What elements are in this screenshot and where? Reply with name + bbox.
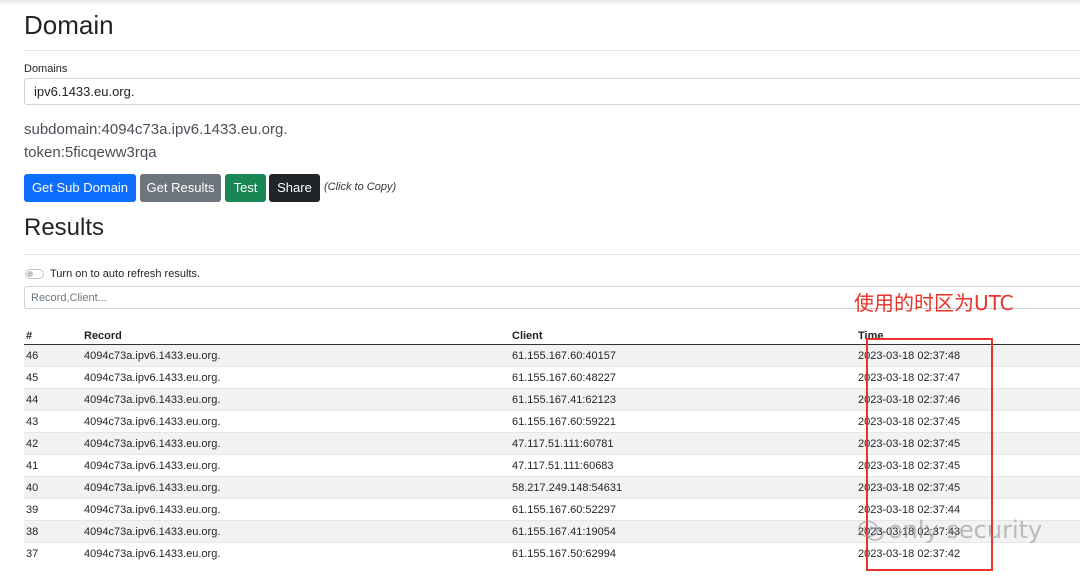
cell-record: 4094c73a.ipv6.1433.eu.org. (82, 388, 510, 411)
cell-record: 4094c73a.ipv6.1433.eu.org. (82, 410, 510, 433)
cell-client: 61.155.167.41:19054 (510, 520, 856, 543)
cell-record: 4094c73a.ipv6.1433.eu.org. (82, 454, 510, 477)
domains-select[interactable]: ipv6.1433.eu.org. (24, 78, 1080, 105)
table-header-row: # Record Client Time (24, 322, 1080, 345)
test-button[interactable]: Test (225, 174, 266, 202)
cell-client: 61.155.167.60:52297 (510, 498, 856, 521)
cell-number: 41 (24, 454, 82, 477)
table-row: 44 4094c73a.ipv6.1433.eu.org. 61.155.167.4… (24, 388, 1080, 411)
cell-number: 46 (24, 344, 82, 367)
column-header-time[interactable]: Time (856, 322, 1080, 345)
auto-refresh-label: Turn on to auto refresh results. (50, 268, 200, 280)
table-body: 46 4094c73a.ipv6.1433.eu.org. 61.155.167.6… (24, 344, 1080, 564)
cell-number: 44 (24, 388, 82, 411)
cell-client: 61.155.167.41:62123 (510, 388, 856, 411)
cell-number: 39 (24, 498, 82, 521)
cell-record: 4094c73a.ipv6.1433.eu.org. (82, 476, 510, 499)
cell-client: 61.155.167.60:40157 (510, 344, 856, 367)
cell-time: 2023-03-18 02:37:48 (856, 344, 1080, 367)
cell-number: 40 (24, 476, 82, 499)
results-table: # Record Client Time 46 4094c73a.ipv6.143… (24, 322, 1080, 564)
table-row: 46 4094c73a.ipv6.1433.eu.org. 61.155.167.6… (24, 344, 1080, 367)
column-header-client[interactable]: Client (510, 322, 856, 345)
cell-number: 38 (24, 520, 82, 543)
cell-record: 4094c73a.ipv6.1433.eu.org. (82, 498, 510, 521)
cell-number: 42 (24, 432, 82, 455)
domains-label: Domains (24, 63, 68, 75)
cell-time: 2023-03-18 02:37:46 (856, 388, 1080, 411)
cell-record: 4094c73a.ipv6.1433.eu.org. (82, 366, 510, 389)
annotation-text: 使用的时区为UTC (854, 291, 1014, 315)
get-sub-domain-button[interactable]: Get Sub Domain (24, 174, 136, 202)
cell-time: 2023-03-18 02:37:44 (856, 498, 1080, 521)
cell-number: 37 (24, 542, 82, 564)
table-row: 43 4094c73a.ipv6.1433.eu.org. 61.155.167.6… (24, 410, 1080, 433)
table-row: 39 4094c73a.ipv6.1433.eu.org. 61.155.167.6… (24, 498, 1080, 521)
cell-client: 61.155.167.60:48227 (510, 366, 856, 389)
divider (24, 254, 1080, 255)
table-row: 40 4094c73a.ipv6.1433.eu.org. 58.217.249.1… (24, 476, 1080, 499)
table-row: 45 4094c73a.ipv6.1433.eu.org. 61.155.167.6… (24, 366, 1080, 389)
cell-time: 2023-03-18 02:37:43 (856, 520, 1080, 543)
table-row: 42 4094c73a.ipv6.1433.eu.org. 47.117.51.11… (24, 432, 1080, 455)
cell-client: 58.217.249.148:54631 (510, 476, 856, 499)
cell-record: 4094c73a.ipv6.1433.eu.org. (82, 542, 510, 564)
results-title: Results (24, 214, 105, 241)
toggle-knob (27, 271, 33, 277)
cell-time: 2023-03-18 02:37:42 (856, 542, 1080, 564)
column-header-record[interactable]: Record (82, 322, 510, 345)
divider (24, 50, 1080, 51)
auto-refresh-toggle[interactable] (25, 269, 44, 279)
get-results-button[interactable]: Get Results (140, 174, 221, 202)
cell-client: 61.155.167.50:62994 (510, 542, 856, 564)
cell-time: 2023-03-18 02:37:45 (856, 476, 1080, 499)
cell-client: 47.117.51.111:60683 (510, 454, 856, 477)
table-row: 38 4094c73a.ipv6.1433.eu.org. 61.155.167.4… (24, 520, 1080, 543)
token-text: token:5ficqeww3rqa (24, 144, 157, 161)
table-row: 41 4094c73a.ipv6.1433.eu.org. 47.117.51.11… (24, 454, 1080, 477)
cell-record: 4094c73a.ipv6.1433.eu.org. (82, 344, 510, 367)
column-header-number[interactable]: # (24, 322, 82, 345)
cell-record: 4094c73a.ipv6.1433.eu.org. (82, 432, 510, 455)
top-shadow (0, 0, 1080, 5)
cell-client: 47.117.51.111:60781 (510, 432, 856, 455)
copy-hint: (Click to Copy) (324, 181, 397, 193)
cell-time: 2023-03-18 02:37:45 (856, 454, 1080, 477)
share-button[interactable]: Share (269, 174, 320, 202)
cell-client: 61.155.167.60:59221 (510, 410, 856, 433)
cell-number: 45 (24, 366, 82, 389)
cell-time: 2023-03-18 02:37:45 (856, 410, 1080, 433)
subdomain-text: subdomain:4094c73a.ipv6.1433.eu.org. (24, 121, 288, 138)
cell-time: 2023-03-18 02:37:45 (856, 432, 1080, 455)
cell-record: 4094c73a.ipv6.1433.eu.org. (82, 520, 510, 543)
cell-number: 43 (24, 410, 82, 433)
table-row: 37 4094c73a.ipv6.1433.eu.org. 61.155.167.5… (24, 542, 1080, 564)
cell-time: 2023-03-18 02:37:47 (856, 366, 1080, 389)
page-title: Domain (24, 10, 114, 40)
